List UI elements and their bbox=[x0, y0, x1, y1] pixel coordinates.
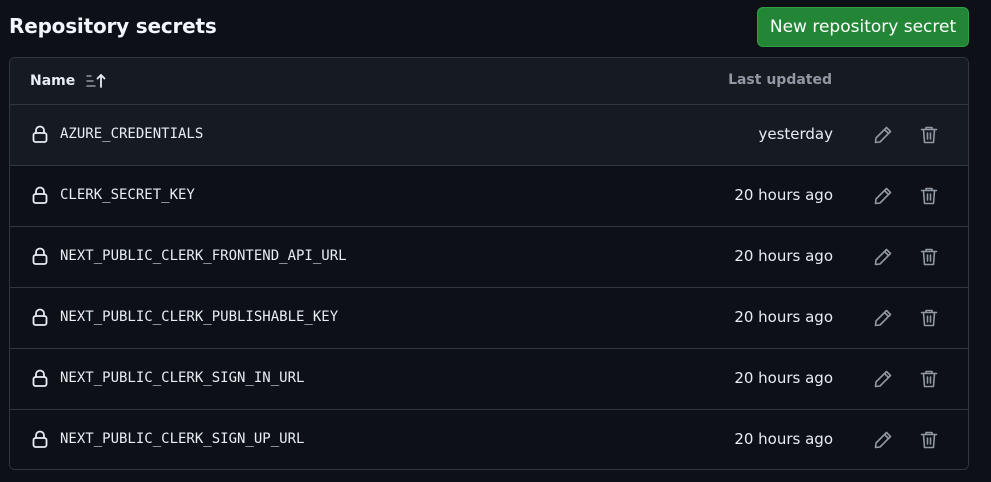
lock-icon bbox=[30, 307, 50, 327]
lock-icon bbox=[30, 429, 50, 449]
secret-last-updated: 20 hours ago bbox=[734, 430, 833, 448]
secret-name: NEXT_PUBLIC_CLERK_SIGN_UP_URL bbox=[60, 431, 305, 447]
page-title: Repository secrets bbox=[9, 14, 217, 38]
delete-secret-button[interactable] bbox=[918, 124, 940, 146]
edit-secret-button[interactable] bbox=[872, 307, 894, 329]
secret-name: NEXT_PUBLIC_CLERK_SIGN_IN_URL bbox=[60, 370, 305, 386]
edit-secret-button[interactable] bbox=[872, 368, 894, 390]
table-header: Name Last updated bbox=[10, 58, 968, 105]
secret-name: CLERK_SECRET_KEY bbox=[60, 187, 195, 203]
secret-name: NEXT_PUBLIC_CLERK_PUBLISHABLE_KEY bbox=[60, 309, 339, 325]
secret-name: AZURE_CREDENTIALS bbox=[60, 126, 204, 142]
pencil-icon bbox=[874, 187, 892, 205]
trash-icon bbox=[920, 370, 938, 388]
secret-last-updated: 20 hours ago bbox=[734, 308, 833, 326]
pencil-icon bbox=[874, 126, 892, 144]
table-row: NEXT_PUBLIC_CLERK_SIGN_IN_URL 20 hours a… bbox=[10, 349, 968, 410]
edit-secret-button[interactable] bbox=[872, 246, 894, 268]
delete-secret-button[interactable] bbox=[918, 185, 940, 207]
lock-icon bbox=[30, 246, 50, 266]
column-header-name-label: Name bbox=[30, 73, 76, 89]
trash-icon bbox=[920, 248, 938, 266]
lock-icon bbox=[30, 185, 50, 205]
lock-icon bbox=[30, 368, 50, 388]
sort-ascending-icon[interactable] bbox=[85, 72, 107, 90]
trash-icon bbox=[920, 309, 938, 327]
secret-name: NEXT_PUBLIC_CLERK_FRONTEND_API_URL bbox=[60, 248, 347, 264]
trash-icon bbox=[920, 126, 938, 144]
secrets-page: Repository secrets New repository secret… bbox=[0, 0, 991, 482]
delete-secret-button[interactable] bbox=[918, 429, 940, 451]
table-row: AZURE_CREDENTIALS yesterday bbox=[10, 105, 968, 166]
table-row: NEXT_PUBLIC_CLERK_SIGN_UP_URL 20 hours a… bbox=[10, 410, 968, 469]
delete-secret-button[interactable] bbox=[918, 307, 940, 329]
lock-icon bbox=[30, 124, 50, 144]
table-row: CLERK_SECRET_KEY 20 hours ago bbox=[10, 166, 968, 227]
column-header-name[interactable]: Name bbox=[30, 72, 107, 90]
secrets-table: Name Last updated AZURE_CREDENTIALS yest… bbox=[9, 57, 969, 470]
pencil-icon bbox=[874, 431, 892, 449]
edit-secret-button[interactable] bbox=[872, 124, 894, 146]
edit-secret-button[interactable] bbox=[872, 185, 894, 207]
pencil-icon bbox=[874, 370, 892, 388]
secret-last-updated: 20 hours ago bbox=[734, 247, 833, 265]
pencil-icon bbox=[874, 309, 892, 327]
trash-icon bbox=[920, 431, 938, 449]
secret-last-updated: 20 hours ago bbox=[734, 369, 833, 387]
secret-last-updated: 20 hours ago bbox=[734, 186, 833, 204]
table-row: NEXT_PUBLIC_CLERK_FRONTEND_API_URL 20 ho… bbox=[10, 227, 968, 288]
secrets-header: Repository secrets New repository secret bbox=[0, 0, 991, 56]
table-row: NEXT_PUBLIC_CLERK_PUBLISHABLE_KEY 20 hou… bbox=[10, 288, 968, 349]
secret-last-updated: yesterday bbox=[758, 125, 833, 143]
edit-secret-button[interactable] bbox=[872, 429, 894, 451]
column-header-last-updated: Last updated bbox=[728, 72, 832, 88]
delete-secret-button[interactable] bbox=[918, 246, 940, 268]
pencil-icon bbox=[874, 248, 892, 266]
new-repository-secret-button[interactable]: New repository secret bbox=[757, 7, 969, 47]
delete-secret-button[interactable] bbox=[918, 368, 940, 390]
trash-icon bbox=[920, 187, 938, 205]
